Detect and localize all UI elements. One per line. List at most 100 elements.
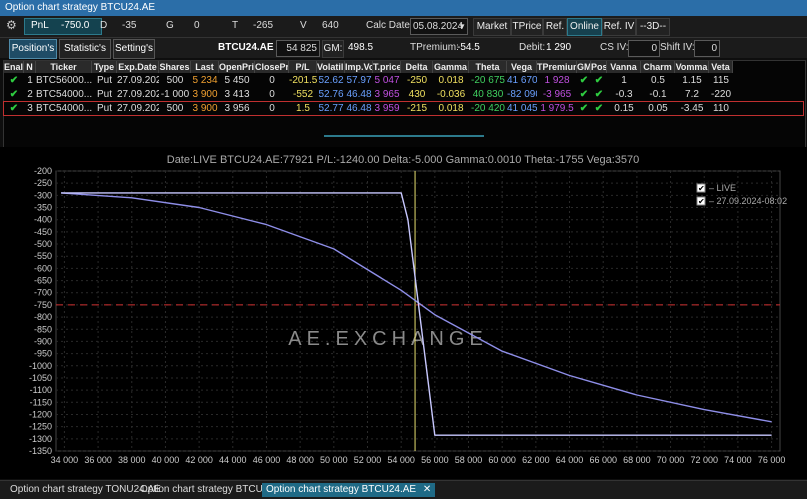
column-header-23[interactable]: Veta [709,61,733,73]
column-header-10[interactable]: Volatili [317,61,345,73]
cell-vega: -82 090 [507,89,537,100]
pnl-box: PnL -750.0 [24,18,102,35]
cell-vol: 52.76 [318,89,344,100]
gear-icon[interactable]: ⚙ [6,19,18,31]
x-tick-label: 50 000 [320,455,348,465]
column-header-2[interactable]: Ticker [36,61,92,73]
cell-shares: -1 000 [160,89,190,100]
cell-type: Put [96,89,112,100]
column-header-1[interactable]: N [24,61,36,73]
x-tick-label: 40 000 [152,455,180,465]
tprice-button[interactable]: TPrice [511,18,543,36]
column-header-19[interactable]: Pos [591,61,607,73]
delta-label: D [100,20,108,31]
column-header-12[interactable]: T.price [373,61,401,73]
table-scrollbar[interactable] [324,135,484,137]
y-tick-label: -1300 [29,434,52,444]
instrument-price-field[interactable]: 54 825 [276,40,320,57]
debit-value: 1 290 [546,42,572,53]
bottom-tab-btcu24-active[interactable]: Option chart strategy BTCU24.AE ✕ [262,483,436,497]
market-button[interactable]: Market [473,18,511,36]
close-icon[interactable]: ✕ [423,484,431,495]
y-tick-label: -650 [34,276,52,286]
cell-ticker: BTC54000... [36,103,92,114]
chart-title: Date:LIVE BTCU24.AE:77921 P/L:-1240.00 D… [167,154,640,166]
y-tick-label: -1000 [29,361,52,371]
cell-tprice: 3 965 [374,89,400,100]
column-header-5[interactable]: Shares [159,61,191,73]
online-button[interactable]: Online [567,18,602,36]
check-icon[interactable]: ✔ [577,74,591,87]
column-header-22[interactable]: Vomma [675,61,709,73]
cell-delta: 430 [408,89,426,100]
column-header-4[interactable]: Exp.Date [117,61,159,73]
column-header-8[interactable]: ClosePri [255,61,289,73]
theta-value: -265 [253,20,274,31]
ref-iv-button[interactable]: Ref. IV [602,18,636,36]
watermark: AE.EXCHANGE [288,328,487,350]
cell-open: 3 413 [224,89,250,100]
x-tick-label: 46 000 [253,455,281,465]
y-tick-label: -300 [34,190,52,200]
x-tick-label: 72 000 [690,455,718,465]
tab-positions[interactable]: Position's [9,39,57,59]
x-tick-label: 52 000 [354,455,382,465]
column-header-16[interactable]: Vega [507,61,537,73]
y-tick-label: -800 [34,312,52,322]
cs-iv-field[interactable]: 0 [628,40,660,57]
column-header-14[interactable]: Gamma [433,61,469,73]
column-header-20[interactable]: Vanna [607,61,641,73]
column-header-11[interactable]: Imp.Vo [345,61,373,73]
column-header-13[interactable]: Delta [401,61,433,73]
column-header-7[interactable]: OpenPri [219,61,255,73]
check-icon[interactable]: ✔ [4,74,24,87]
cell-charm: 0.5 [651,75,665,86]
y-tick-label: -550 [34,251,52,261]
column-header-6[interactable]: Last [191,61,219,73]
column-header-17[interactable]: TPremium [537,61,577,73]
tab-settings[interactable]: Setting's [113,39,155,59]
tab-statistics[interactable]: Statistic's [59,39,111,59]
y-tick-label: -900 [34,336,52,346]
x-tick-label: 36 000 [84,455,112,465]
cell-ticker: BTC54000... [36,89,92,100]
cell-open: 5 450 [224,75,250,86]
legend-entry: – 27.09.2024-08:02 [709,196,787,206]
chevron-down-icon[interactable]: ▼ [458,19,466,34]
check-icon[interactable]: ✔ [577,88,591,101]
check-icon: ✔ [698,197,705,206]
column-header-3[interactable]: Type [92,61,117,73]
gamma-value: 0 [194,20,200,31]
check-icon[interactable]: ✔ [4,88,24,101]
cell-theta: -20 675 [471,75,505,86]
column-header-9[interactable]: P/L [289,61,317,73]
check-icon[interactable]: ✔ [4,102,24,115]
calc-date-label: Calc Date: [366,20,413,31]
delta-value: -35 [122,20,137,31]
column-header-0[interactable]: Enal [4,61,24,73]
cell-veta: 110 [713,103,729,114]
check-icon[interactable]: ✔ [577,102,591,115]
x-tick-label: 74 000 [724,455,752,465]
column-header-15[interactable]: Theta [469,61,507,73]
gm-button[interactable]: GM: [322,40,344,58]
cell-imp: 46.48 [346,89,372,100]
cell-shares: 500 [166,103,184,114]
calc-date-field[interactable]: 05.08.2024 ▼ [410,18,468,35]
instrument-name: BTCU24.AE [218,42,274,53]
shift-iv-field[interactable]: 0 [694,40,720,57]
ref-button[interactable]: Ref. [543,18,567,36]
column-header-18[interactable]: GMC [577,61,591,73]
x-tick-label: 62 000 [522,455,550,465]
3d-button[interactable]: --3D-- [636,18,670,36]
cell-exp: 27.09.2024 [117,89,159,100]
check-icon[interactable]: ✔ [591,74,607,87]
cell-pl: -201.5 [289,75,317,86]
cell-exp: 27.09.2024 [117,103,159,114]
x-tick-label: 68 000 [623,455,651,465]
plot-area [55,170,781,452]
check-icon[interactable]: ✔ [591,88,607,101]
debit-label: Debit: [519,42,546,53]
check-icon[interactable]: ✔ [591,102,607,115]
column-header-21[interactable]: Charm [641,61,675,73]
